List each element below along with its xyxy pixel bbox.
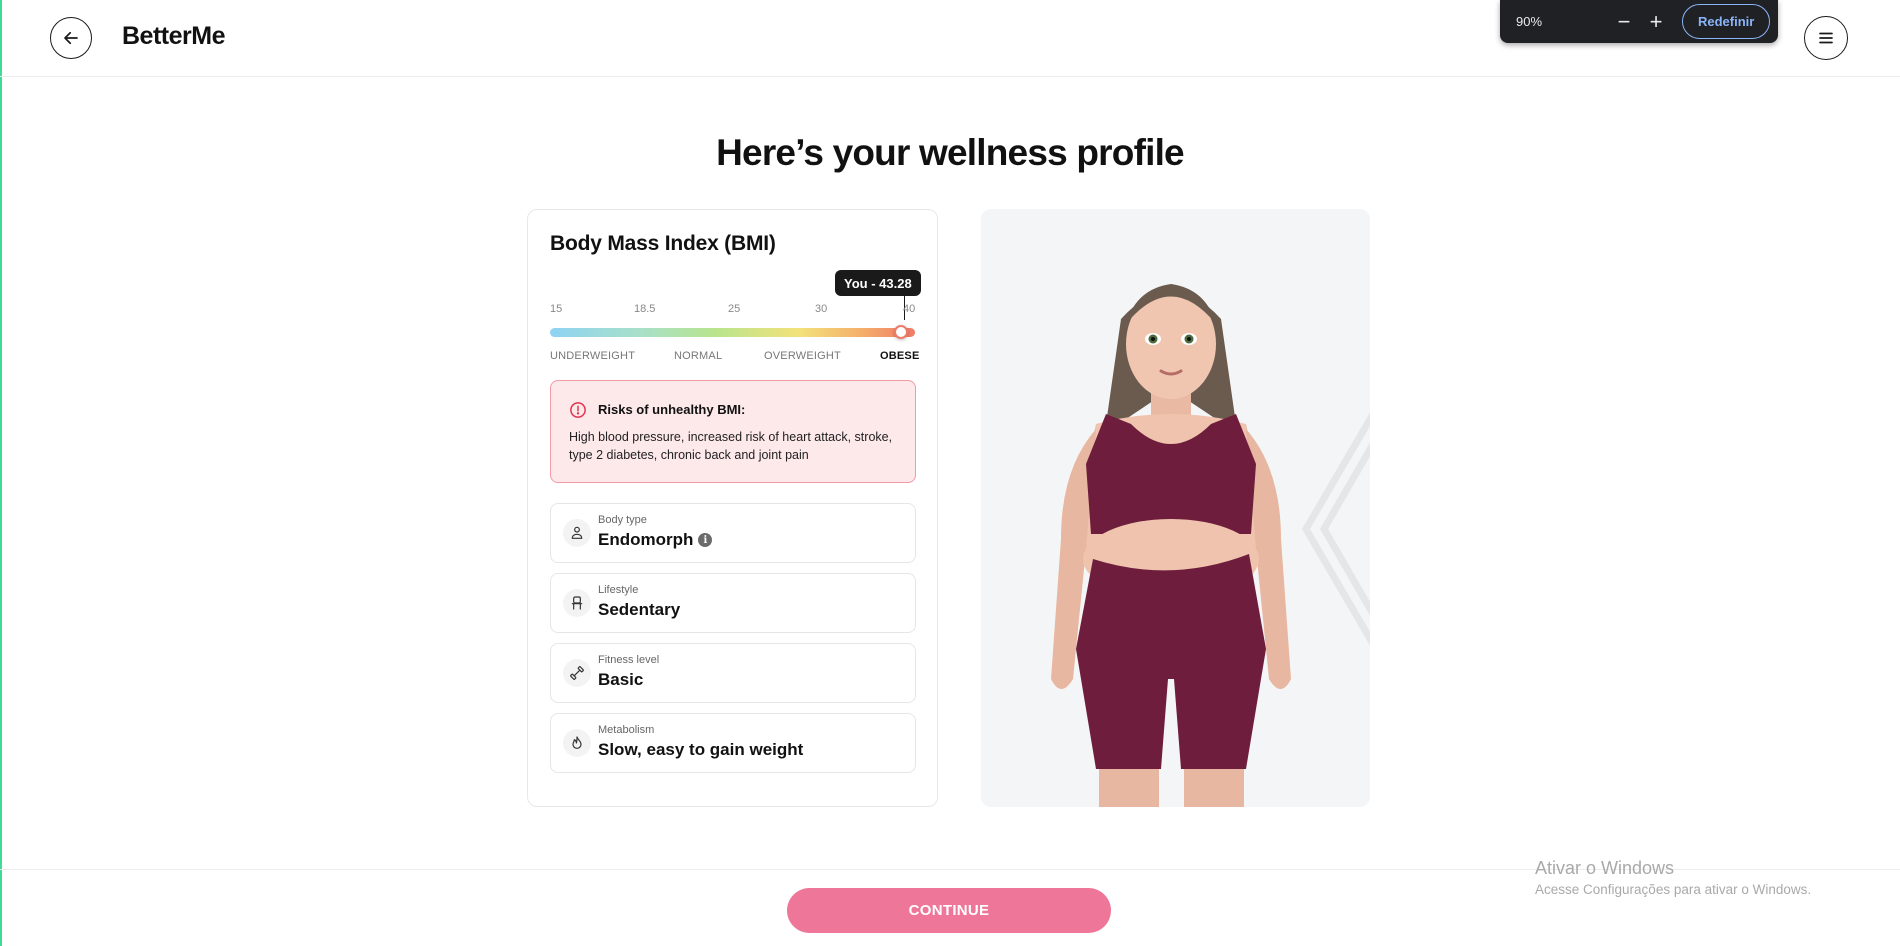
bmi-title: Body Mass Index (BMI) — [550, 232, 776, 255]
menu-button[interactable] — [1804, 16, 1848, 60]
chair-icon — [563, 589, 591, 617]
zoom-level: 90% — [1516, 14, 1543, 29]
wellness-card: Body Mass Index (BMI) You - 43.28 15 18.… — [527, 209, 938, 807]
bmi-tooltip: You - 43.28 — [835, 270, 921, 296]
attribute-value-row: Endomorph i — [598, 530, 713, 550]
body-icon — [563, 519, 591, 547]
zoom-out-button[interactable]: − — [1608, 6, 1640, 38]
attribute-label: Body type — [598, 514, 647, 526]
hamburger-icon — [1819, 32, 1833, 44]
attribute-fitness-level: Fitness level Basic — [550, 643, 916, 703]
attribute-metabolism: Metabolism Slow, easy to gain weight — [550, 713, 916, 773]
category-normal: NORMAL — [674, 350, 723, 362]
back-button[interactable] — [50, 17, 92, 59]
attribute-body-type: Body type Endomorph i — [550, 503, 916, 563]
flame-icon — [563, 729, 591, 757]
category-underweight: UNDERWEIGHT — [550, 350, 636, 362]
scale-tick: 30 — [815, 303, 828, 315]
windows-activation-watermark: Ativar o Windows Acesse Configurações pa… — [1535, 858, 1811, 897]
attribute-lifestyle: Lifestyle Sedentary — [550, 573, 916, 633]
scale-tick: 40 — [903, 303, 916, 315]
arrow-left-icon — [64, 31, 78, 45]
zoom-reset-button[interactable]: Redefinir — [1682, 4, 1771, 39]
scale-tick: 15 — [550, 303, 563, 315]
info-icon[interactable]: i — [698, 533, 713, 547]
bmi-scale-bar — [550, 328, 915, 337]
attribute-value: Sedentary — [598, 600, 681, 619]
attribute-value: Slow, easy to gain weight — [598, 740, 804, 759]
watermark-subtitle: Acesse Configurações para ativar o Windo… — [1535, 882, 1812, 897]
continue-button[interactable]: CONTINUE — [787, 888, 1111, 933]
scale-tick: 25 — [728, 303, 741, 315]
page-title: Here’s your wellness profile — [716, 132, 1185, 173]
dumbbell-icon — [563, 659, 591, 687]
avatar-panel — [981, 209, 1370, 807]
risk-text: High blood pressure, increased risk of h… — [569, 430, 893, 462]
zoom-in-button[interactable]: + — [1640, 6, 1672, 38]
logo[interactable]: BetterMe — [122, 22, 225, 51]
risk-alert: Risks of unhealthy BMI: High blood press… — [550, 380, 916, 483]
attribute-label: Fitness level — [598, 654, 660, 666]
scale-tick: 18.5 — [634, 303, 656, 315]
zoom-popup: 90% − + Redefinir — [1500, 0, 1778, 43]
risk-title: Risks of unhealthy BMI: — [598, 402, 746, 417]
category-overweight: OVERWEIGHT — [764, 350, 841, 362]
alert-circle-icon — [570, 402, 586, 418]
attribute-label: Lifestyle — [598, 584, 639, 596]
watermark-title: Ativar o Windows — [1535, 858, 1675, 878]
bmi-marker — [894, 325, 908, 339]
attribute-value: Basic — [598, 670, 644, 689]
attribute-label: Metabolism — [598, 724, 655, 736]
avatar-illustration — [1051, 284, 1370, 807]
category-obese: OBESE — [880, 350, 920, 362]
attribute-value: Endomorph — [598, 530, 694, 549]
